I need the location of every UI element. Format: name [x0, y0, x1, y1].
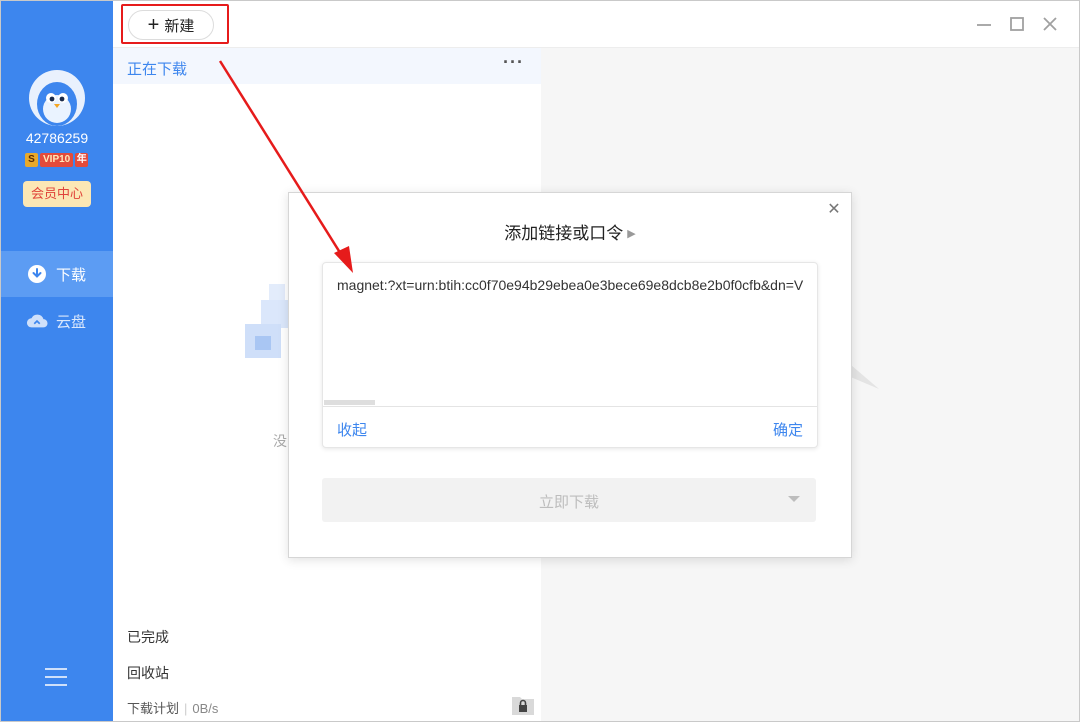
bird-avatar-icon	[37, 82, 77, 126]
download-now-button[interactable]: 立即下载	[322, 478, 816, 522]
vip-s-mark: S	[25, 152, 38, 167]
dialog-title[interactable]: 添加链接或口令 ▶	[289, 219, 851, 244]
cloud-icon	[26, 310, 48, 332]
sidebar: 42786259 S VIP10 年 会员中心 下载 云盘	[1, 1, 113, 721]
vip-badge: S VIP10 年	[25, 152, 89, 167]
minimize-icon[interactable]	[973, 13, 995, 35]
download-icon	[26, 263, 48, 285]
sidebar-item-label: 云盘	[56, 313, 87, 331]
download-plan[interactable]: 下载计划 | 0B/s	[127, 698, 218, 717]
dialog-close-icon[interactable]: ✕	[827, 202, 841, 218]
tab-downloading[interactable]: 正在下载 ···	[113, 48, 541, 84]
vip-center-button[interactable]: 会员中心	[23, 181, 91, 207]
vip-level: VIP10	[40, 152, 74, 167]
link-input-box[interactable]: magnet:?xt=urn:btih:cc0f70e94b29ebea0e3b…	[322, 262, 818, 448]
add-link-dialog: 添加链接或口令 ▶ ✕ magnet:?xt=urn:btih:cc0f70e94…	[288, 192, 852, 558]
user-id: 42786259	[25, 130, 89, 146]
collapse-button[interactable]: 收起	[337, 419, 367, 440]
horizontal-scrollbar[interactable]	[324, 400, 375, 405]
completed-link[interactable]: 已完成	[127, 627, 169, 647]
annotation-highlight-box	[121, 4, 229, 44]
lock-folder-icon[interactable]	[511, 693, 535, 717]
triangle-right-icon: ▶	[627, 228, 636, 240]
sidebar-item-cloud[interactable]: 云盘	[1, 298, 113, 344]
download-now-label: 立即下载	[538, 494, 599, 511]
more-dots-icon[interactable]: ···	[503, 52, 524, 73]
sidebar-item-download[interactable]: 下载	[1, 251, 113, 297]
link-textarea[interactable]: magnet:?xt=urn:btih:cc0f70e94b29ebea0e3b…	[337, 277, 817, 293]
dropdown-caret-icon[interactable]	[788, 496, 800, 502]
app-window: 42786259 S VIP10 年 会员中心 下载 云盘 + 新建 正在下载 …	[0, 0, 1080, 722]
hamburger-menu-icon[interactable]	[45, 668, 67, 686]
recycle-bin-link[interactable]: 回收站	[127, 663, 169, 683]
dialog-title-text: 添加链接或口令	[504, 224, 624, 243]
avatar[interactable]	[29, 70, 85, 126]
download-speed: 0B/s	[192, 701, 219, 716]
vip-year: 年	[75, 152, 89, 167]
confirm-button[interactable]: 确定	[773, 419, 803, 440]
divider	[323, 406, 817, 407]
maximize-icon[interactable]	[1006, 13, 1028, 35]
sidebar-item-label: 下载	[56, 266, 87, 284]
tab-label: 正在下载	[127, 61, 188, 78]
empty-state-text: 没	[273, 433, 287, 449]
close-icon[interactable]	[1039, 13, 1061, 35]
download-plan-label: 下载计划	[127, 701, 180, 716]
